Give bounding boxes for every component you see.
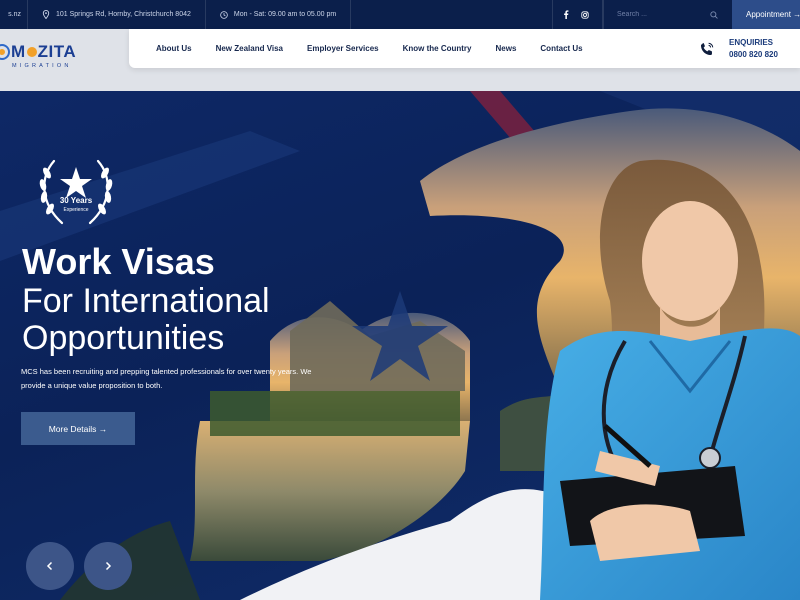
more-details-button[interactable]: More Details →: [21, 412, 135, 445]
site-header: M ZITA MIGRATION About Us New Zealand Vi…: [0, 29, 800, 91]
slider-next-button[interactable]: [84, 542, 132, 590]
badge-years: 30 Years: [59, 196, 93, 205]
hero-title-bold: Work Visas: [22, 241, 215, 282]
nav-item-employer-services[interactable]: Employer Services: [307, 44, 379, 53]
appointment-label[interactable]: Appointment →: [746, 10, 800, 19]
nav-item-about-us[interactable]: About Us: [156, 44, 192, 53]
chevron-right-icon[interactable]: [103, 561, 113, 571]
search-icon[interactable]: [710, 10, 718, 19]
search-box[interactable]: [602, 0, 732, 29]
logo-o-mark-icon: [26, 47, 37, 57]
logo-globe-icon: [0, 44, 10, 60]
badge-experience: Experience: [63, 207, 89, 213]
nav-item-news[interactable]: News: [496, 44, 517, 53]
search-input[interactable]: [617, 11, 697, 18]
logo-name-left: M: [11, 42, 26, 61]
logo-tagline: MIGRATION: [12, 63, 72, 69]
email-text[interactable]: s.nz: [8, 11, 21, 18]
nav-item-new-zealand-visa[interactable]: New Zealand Visa: [216, 44, 283, 53]
hero-section: 30 Years Experience Work Visas For Inter…: [0, 91, 800, 600]
more-details-label[interactable]: More Details →: [49, 424, 108, 434]
badge-star-icon: [60, 167, 92, 198]
nav-item-know-the-country[interactable]: Know the Country: [403, 44, 472, 53]
social-links: [552, 0, 604, 29]
nav-links: About Us New Zealand Visa Employer Servi…: [156, 29, 583, 68]
email-contact[interactable]: s.nz: [0, 0, 28, 29]
slider-prev-button[interactable]: [26, 542, 74, 590]
hero-description: MCS has been recruiting and prepping tal…: [21, 367, 312, 390]
address-text: 101 Springs Rd, Hornby, Christchurch 804…: [56, 11, 191, 18]
logo-name-right: ZITA: [37, 42, 77, 61]
appointment-button[interactable]: Appointment →: [732, 0, 800, 29]
hours-text: Mon - Sat: 09.00 am to 05.00 pm: [233, 11, 337, 18]
location-pin-icon: [42, 10, 50, 19]
laurel-wreath-icon: [39, 159, 113, 225]
hero-title-line2: For International: [22, 282, 270, 320]
address-contact: 101 Springs Rd, Hornby, Christchurch 804…: [28, 0, 206, 29]
main-nav: About Us New Zealand Visa Employer Servi…: [129, 29, 800, 68]
clock-icon: [220, 10, 228, 19]
enquiries-label: ENQUIRIES: [729, 38, 774, 47]
enquiries-contact[interactable]: ENQUIRIES 0800 820 820: [699, 38, 778, 59]
phone-icon: [701, 42, 714, 55]
nav-item-contact-us[interactable]: Contact Us: [540, 44, 582, 53]
facebook-icon[interactable]: [563, 10, 569, 19]
top-bar: s.nz 101 Springs Rd, Hornby, Christchurc…: [0, 0, 800, 29]
site-logo[interactable]: M ZITA MIGRATION: [0, 42, 76, 69]
instagram-icon[interactable]: [581, 10, 589, 19]
logo-wordmark[interactable]: M ZITA: [0, 42, 76, 62]
enquiries-phone[interactable]: 0800 820 820: [729, 50, 778, 59]
hours-info: Mon - Sat: 09.00 am to 05.00 pm: [206, 0, 352, 29]
hero-title-line3: Opportunities: [22, 319, 225, 357]
chevron-left-icon[interactable]: [45, 561, 55, 571]
experience-badge: 30 Years Experience: [32, 155, 120, 233]
